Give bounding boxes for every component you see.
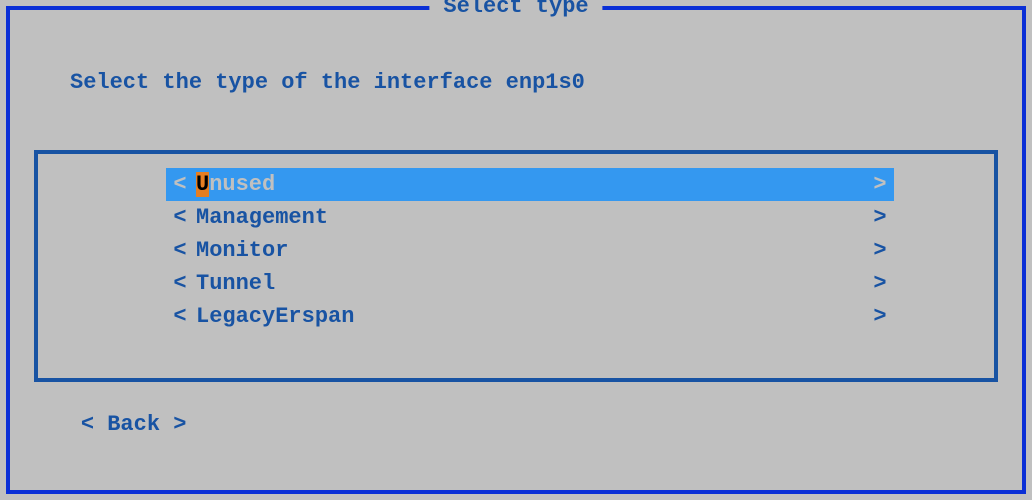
option-unused[interactable]: <Unused> <box>166 168 894 201</box>
chevron-left-icon: < <box>166 300 194 333</box>
option-list: <Unused><Management><Monitor><Tunnel><Le… <box>34 150 998 382</box>
chevron-left-icon: < <box>166 267 194 300</box>
chevron-left-icon: < <box>166 168 194 201</box>
chevron-right-icon: > <box>160 412 186 437</box>
option-monitor[interactable]: <Monitor> <box>166 234 894 267</box>
chevron-right-icon: > <box>866 234 894 267</box>
option-tunnel[interactable]: <Tunnel> <box>166 267 894 300</box>
dialog-prompt: Select the type of the interface enp1s0 <box>70 70 585 95</box>
option-legacyerspan[interactable]: <LegacyErspan> <box>166 300 894 333</box>
dialog-title: Select type <box>429 0 602 19</box>
chevron-right-icon: > <box>866 168 894 201</box>
chevron-right-icon: > <box>866 267 894 300</box>
dialog-frame: Select type Select the type of the inter… <box>6 6 1026 494</box>
option-management[interactable]: <Management> <box>166 201 894 234</box>
option-label: Management <box>194 201 866 234</box>
chevron-left-icon: < <box>81 412 107 437</box>
option-label: Monitor <box>194 234 866 267</box>
option-label: Tunnel <box>194 267 866 300</box>
chevron-right-icon: > <box>866 300 894 333</box>
option-label: LegacyErspan <box>194 300 866 333</box>
chevron-right-icon: > <box>866 201 894 234</box>
back-button[interactable]: < Back > <box>28 387 186 462</box>
back-label: Back <box>107 412 160 437</box>
chevron-left-icon: < <box>166 201 194 234</box>
chevron-left-icon: < <box>166 234 194 267</box>
option-label: Unused <box>194 168 866 201</box>
